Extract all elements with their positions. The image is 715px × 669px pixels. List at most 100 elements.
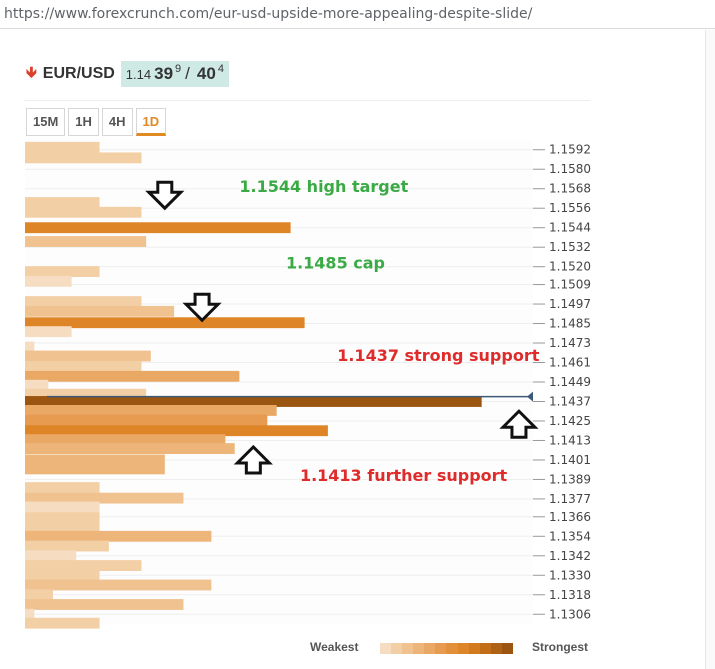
confluence-bar: [25, 569, 100, 581]
legend-swatch: [413, 643, 425, 654]
legend-gradient: [380, 643, 513, 654]
legend-swatch: [501, 643, 513, 654]
tab-1d[interactable]: 1D: [135, 108, 167, 136]
confluence-bar: [25, 361, 142, 373]
legend-swatch: [490, 643, 502, 654]
confluence-bar: [25, 434, 226, 446]
legend-swatch: [479, 643, 491, 654]
confluence-bar: [25, 141, 100, 153]
confluence-bar: [25, 305, 175, 317]
price-tick-label: 1.1449: [549, 375, 591, 389]
price-tick-label: 1.1318: [549, 588, 591, 602]
page-scrollbar[interactable]: [705, 30, 715, 669]
price-tick-label: 1.1306: [549, 607, 591, 621]
tab-1h[interactable]: 1H: [68, 108, 99, 136]
price-tick-label: 1.1401: [549, 453, 591, 467]
price-tick-label: 1.1568: [549, 182, 591, 196]
confluence-bar: [25, 206, 142, 218]
price-tick-label: 1.1425: [549, 414, 591, 428]
up-arrow-icon: [233, 444, 273, 475]
price-tick-label: 1.1473: [549, 336, 591, 350]
address-bar[interactable]: https://www.forexcrunch.com/eur-usd-upsi…: [0, 0, 715, 29]
confluence-bar: [25, 197, 100, 208]
price-quote: 1.14 39 9 / 40 4: [120, 61, 229, 87]
confluence-bar: [25, 512, 100, 524]
tab-4h[interactable]: 4H: [101, 108, 133, 136]
price-tick-label: 1.1377: [549, 492, 591, 506]
price-tick-label: 1.1461: [549, 356, 591, 370]
confluence-bar: [25, 370, 240, 382]
confluence-bar: [25, 521, 100, 532]
confluence-bar: [25, 530, 212, 542]
ask-pipette: 4: [217, 63, 224, 75]
confluence-bar: [25, 404, 277, 416]
confluence-bar: [25, 414, 268, 426]
price-tick-label: 1.1580: [549, 162, 591, 176]
down-arrow-icon: [182, 292, 222, 323]
strength-legend: Weakest Strongest: [310, 638, 600, 658]
price-tick-label: 1.1437: [549, 394, 591, 408]
up-arrow-icon: [499, 409, 539, 439]
confluence-bar: [25, 350, 151, 362]
bid-big: 39: [154, 64, 174, 83]
url-text[interactable]: https://www.forexcrunch.com/eur-usd-upsi…: [4, 6, 532, 22]
level-annotation: 1.1437 strong support: [337, 346, 539, 365]
price-tick-label: 1.1592: [549, 143, 591, 157]
price-tick-label: 1.1520: [549, 260, 591, 274]
price-tick-label: 1.1532: [549, 240, 591, 254]
down-arrow-icon: [145, 180, 185, 211]
level-annotation: 1.1485 cap: [286, 253, 385, 272]
current-price-marker: [527, 391, 533, 402]
price-tick-label: 1.1342: [549, 549, 591, 563]
confluence-bar: [25, 443, 235, 455]
confluence-bar: [25, 425, 328, 437]
confluence-bar: [25, 482, 100, 494]
price-tick-label: 1.1389: [549, 472, 591, 486]
confluence-bar: [25, 341, 35, 353]
confluence-bar: [25, 326, 72, 338]
ask-big: 40: [196, 64, 216, 83]
confluence-bar: [25, 501, 100, 513]
confluence-bar: [25, 550, 77, 562]
ticker-header: 🡻 EUR/USD 1.14 39 9 / 40 4: [26, 61, 229, 87]
level-annotation: 1.1544 high target: [239, 177, 408, 196]
confluence-bar: [25, 454, 165, 466]
price-tick-label: 1.1485: [549, 317, 591, 331]
confluence-bar: [25, 599, 184, 610]
price-tick-label: 1.1354: [549, 529, 591, 543]
quote-separator: /: [185, 64, 190, 83]
confluence-bar: [25, 388, 147, 400]
price-tick-label: 1.1509: [549, 278, 591, 292]
tab-15m[interactable]: 15M: [26, 108, 66, 136]
confluence-bar: [25, 540, 109, 552]
chart-background: [25, 140, 533, 624]
confluence-bar: [25, 396, 482, 407]
price-tick-label: 1.1366: [549, 510, 591, 524]
bid-pipette: 9: [175, 63, 182, 75]
legend-swatch: [435, 643, 447, 654]
currency-pair: EUR/USD: [42, 65, 115, 82]
price-tick-label: 1.1330: [549, 568, 591, 582]
price-tick-label: 1.1556: [549, 201, 591, 215]
confluence-bar: [25, 608, 35, 620]
legend-swatch: [391, 643, 403, 654]
confluence-bar: [25, 275, 72, 287]
quote-prefix: 1.14: [125, 67, 152, 82]
legend-swatch: [446, 643, 458, 654]
legend-strongest-label: Strongest: [532, 640, 589, 654]
confluence-bar: [25, 579, 212, 591]
legend-weakest-label: Weakest: [310, 640, 359, 654]
confluence-bar: [25, 379, 49, 391]
confluence-bar: [25, 266, 100, 277]
header-divider: [24, 100, 590, 101]
price-tick-label: 1.1413: [549, 433, 591, 447]
confluence-bar: [25, 317, 305, 329]
legend-swatch: [457, 643, 469, 654]
confluence-bar: [25, 589, 53, 601]
price-tick-label: 1.1544: [549, 221, 591, 235]
price-tick-label: 1.1497: [549, 297, 591, 311]
confluence-bar: [25, 492, 184, 504]
confluence-bar: [25, 236, 147, 247]
timeframe-tabs: 15M 1H 4H 1D: [26, 108, 169, 136]
confluence-bar: [25, 463, 165, 475]
